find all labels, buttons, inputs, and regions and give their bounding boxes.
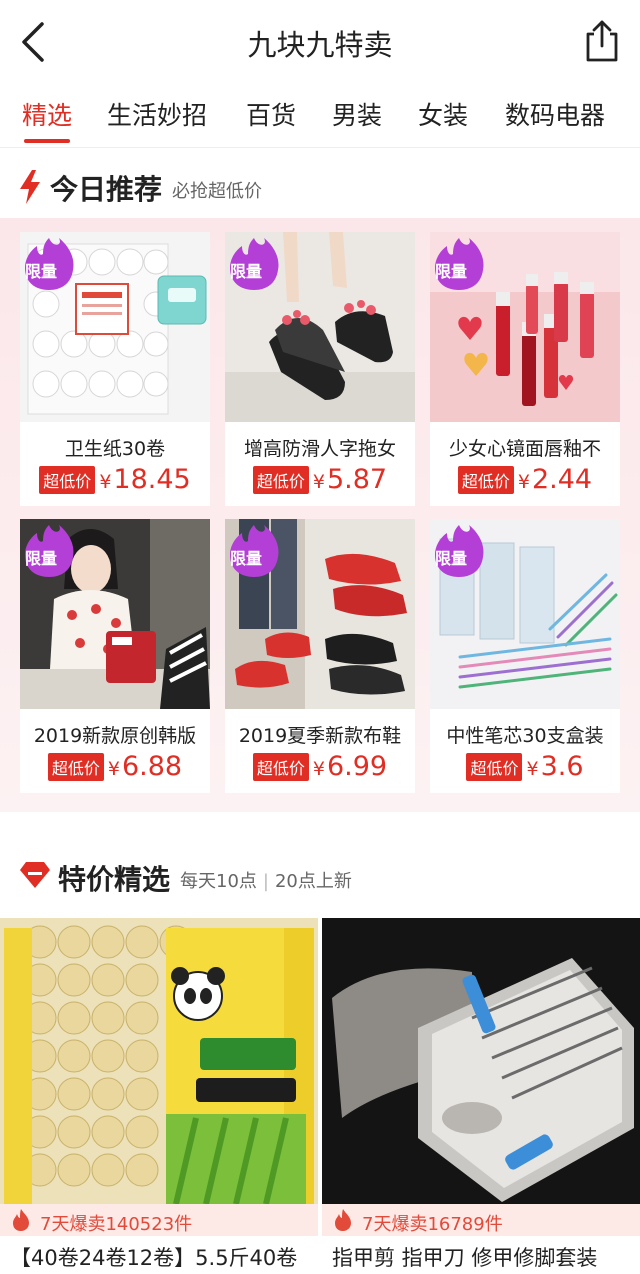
- tab-electronics[interactable]: 数码电器: [505, 96, 605, 132]
- limited-badge-label: 限量: [435, 262, 468, 281]
- sales-strip: 7天爆卖16789件: [322, 1204, 640, 1236]
- currency-symbol: ¥: [312, 758, 325, 780]
- product-name: 少女心镜面唇釉不: [448, 438, 601, 460]
- low-price-tag: 超低价: [47, 752, 104, 781]
- lightning-icon: [20, 170, 40, 204]
- subtitle-separator: |: [262, 871, 269, 892]
- price-value: 5.87: [326, 464, 388, 495]
- price-value: 2.44: [531, 464, 593, 495]
- low-price-tag: 超低价: [466, 752, 523, 781]
- tab-womenswear[interactable]: 女装: [418, 96, 468, 132]
- product-price: ¥6.88: [108, 751, 182, 782]
- tab-life-tips[interactable]: 生活妙招: [107, 96, 207, 132]
- section-title: 特价精选: [58, 863, 171, 896]
- product-image-nail-clipper-set: [322, 918, 640, 1204]
- share-icon[interactable]: [580, 18, 624, 64]
- product-price: ¥5.87: [313, 464, 387, 495]
- tab-general-goods[interactable]: 百货: [246, 96, 296, 132]
- section-title: 今日推荐: [50, 173, 163, 206]
- product-price: ¥18.45: [99, 464, 190, 495]
- price-value: 6.99: [326, 751, 388, 782]
- product-name: 增高防滑人字拖女: [243, 438, 396, 460]
- limited-badge-label: 限量: [230, 549, 263, 568]
- top-bar: 九块九特卖: [0, 0, 640, 84]
- currency-symbol: ¥: [107, 758, 120, 780]
- low-price-tag: 超低价: [39, 465, 96, 494]
- fire-icon: [335, 1209, 351, 1231]
- special-selection-header: 特价精选 每天10点 | 20点上新: [0, 830, 640, 918]
- section-subtitle: 必抢超低价: [172, 181, 262, 202]
- low-price-tag: 超低价: [252, 752, 309, 781]
- price-row: 超低价 ¥5.87: [225, 464, 415, 495]
- section-subtitle: 每天10点 | 20点上新: [180, 867, 352, 893]
- currency-symbol: ¥: [526, 758, 539, 780]
- product-card[interactable]: 限量 增高防滑人字拖女 超低价 ¥5.87: [225, 232, 415, 506]
- price-row: 超低价 ¥18.45: [20, 464, 210, 495]
- product-price: ¥3.6: [526, 751, 583, 782]
- price-row: 超低价 ¥3.6: [430, 751, 620, 782]
- price-value: 6.88: [121, 751, 183, 782]
- product-price: ¥2.44: [518, 464, 592, 495]
- product-card[interactable]: 限量 中性笔芯30支盒装 超低价 ¥3.6: [430, 519, 620, 793]
- price-row: 超低价 ¥2.44: [430, 464, 620, 495]
- diamond-icon: [20, 862, 50, 888]
- price-value: 3.6: [540, 751, 584, 782]
- low-price-tag: 超低价: [457, 465, 514, 494]
- limited-badge-label: 限量: [230, 262, 263, 281]
- product-card[interactable]: 限量 2019夏季新款布鞋 超低价 ¥6.99: [225, 519, 415, 793]
- sales-count: 7天爆卖16789件: [362, 1214, 503, 1235]
- low-price-tag: 超低价: [252, 465, 309, 494]
- tab-menswear[interactable]: 男装: [332, 96, 382, 132]
- product-card[interactable]: 限量 卫生纸30卷 超低价 ¥18.45: [20, 232, 210, 506]
- product-price: ¥6.99: [313, 751, 387, 782]
- sales-strip: 7天爆卖140523件: [0, 1204, 318, 1236]
- limited-badge-label: 限量: [25, 262, 58, 281]
- subtitle-schedule-b: 20点上新: [274, 871, 352, 892]
- featured-product-card[interactable]: 7天爆卖16789件 指甲剪 指甲刀 修甲修脚套装: [322, 918, 640, 1274]
- limited-badge-label: 限量: [435, 549, 468, 568]
- currency-symbol: ¥: [99, 471, 112, 493]
- product-name: 2019夏季新款布鞋: [238, 725, 402, 747]
- limited-badge-label: 限量: [25, 549, 58, 568]
- fire-icon: [13, 1209, 29, 1231]
- today-recommend-header: 今日推荐 必抢超低价: [0, 148, 640, 222]
- currency-symbol: ¥: [517, 471, 530, 493]
- sales-count: 7天爆卖140523件: [40, 1214, 193, 1235]
- product-name: 2019新款原创韩版: [33, 725, 197, 747]
- product-card[interactable]: 限量 2019新款原创韩版 超低价 ¥6.88: [20, 519, 210, 793]
- active-tab-indicator: [24, 139, 70, 143]
- product-name: 【40卷24卷12卷】5.5斤40卷: [10, 1246, 298, 1270]
- featured-product-card[interactable]: 7天爆卖140523件 【40卷24卷12卷】5.5斤40卷: [0, 918, 318, 1274]
- product-card[interactable]: 限量 少女心镜面唇釉不 超低价 ¥2.44: [430, 232, 620, 506]
- category-tabs: 精选 生活妙招 百货 男装 女装 数码电器: [0, 84, 640, 148]
- product-image-bamboo-tissue: [0, 918, 318, 1204]
- price-row: 超低价 ¥6.99: [225, 751, 415, 782]
- price-value: 18.45: [113, 464, 191, 495]
- price-row: 超低价 ¥6.88: [20, 751, 210, 782]
- subtitle-schedule-a: 每天10点: [180, 871, 257, 892]
- product-name: 指甲剪 指甲刀 修甲修脚套装: [332, 1246, 598, 1270]
- currency-symbol: ¥: [312, 471, 325, 493]
- page-title: 九块九特卖: [247, 28, 393, 62]
- tab-featured[interactable]: 精选: [22, 96, 72, 132]
- product-name: 卫生纸30卷: [64, 438, 166, 460]
- product-name: 中性笔芯30支盒装: [446, 725, 604, 747]
